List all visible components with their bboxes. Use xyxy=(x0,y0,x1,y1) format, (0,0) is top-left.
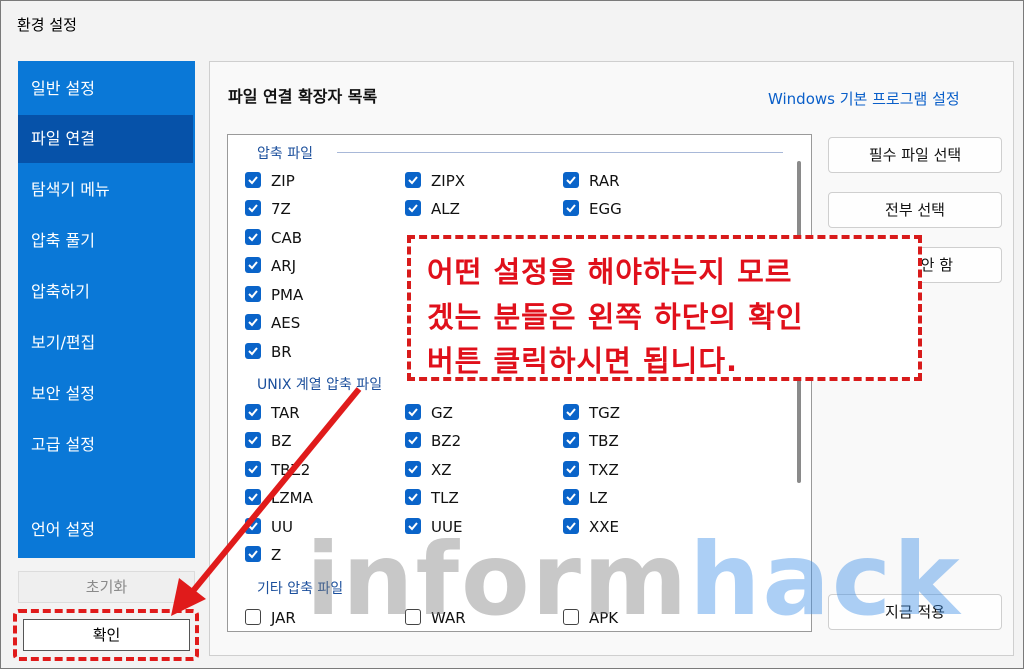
sidebar: 일반 설정 파일 연결 탐색기 메뉴 압축 풀기 압축하기 보기/편집 보안 설… xyxy=(18,61,195,558)
check-icon xyxy=(563,432,579,448)
ok-button-highlight xyxy=(13,609,199,661)
check-icon xyxy=(245,432,261,448)
annotation-line-2: 겠는 분들은 왼쪽 하단의 확인 xyxy=(427,300,804,334)
group-label-archive: 압축 파일 xyxy=(257,146,313,162)
title-bar: 환경 설정 xyxy=(1,1,1023,45)
sidebar-item-compress[interactable]: 압축하기 xyxy=(18,268,195,316)
check-icon xyxy=(245,404,261,420)
settings-window: 환경 설정 일반 설정 파일 연결 탐색기 메뉴 압축 풀기 압축하기 보기/편… xyxy=(0,0,1024,669)
check-icon xyxy=(245,286,261,302)
check-icon xyxy=(245,200,261,216)
check-icon xyxy=(405,461,421,477)
select-required-button[interactable]: 필수 파일 선택 xyxy=(828,137,1002,173)
select-all-button[interactable]: 전부 선택 xyxy=(828,192,1002,228)
sidebar-item-security[interactable]: 보안 설정 xyxy=(18,370,195,418)
check-icon xyxy=(245,546,261,562)
check-icon xyxy=(563,172,579,188)
check-icon xyxy=(563,200,579,216)
check-icon xyxy=(245,489,261,505)
sidebar-item-file-association[interactable]: 파일 연결 xyxy=(18,115,193,163)
sidebar-item-view-edit[interactable]: 보기/편집 xyxy=(18,319,195,367)
sidebar-item-language[interactable]: 언어 설정 xyxy=(18,506,195,554)
check-icon xyxy=(405,200,421,216)
check-icon xyxy=(245,461,261,477)
check-icon xyxy=(405,172,421,188)
check-icon xyxy=(245,172,261,188)
check-icon xyxy=(245,229,261,245)
check-icon xyxy=(405,432,421,448)
check-icon xyxy=(245,518,261,534)
window-title: 환경 설정 xyxy=(17,16,77,34)
sidebar-item-general[interactable]: 일반 설정 xyxy=(18,65,195,113)
annotation-line-1: 어떤 설정을 해야하는지 모르 xyxy=(427,255,793,289)
check-icon xyxy=(245,257,261,273)
check-icon xyxy=(405,489,421,505)
group-label-unix: UNIX 계열 압축 파일 xyxy=(257,377,383,393)
annotation-callout: 어떤 설정을 해야하는지 모르 겠는 분들은 왼쪽 하단의 확인 버튼 클릭하시… xyxy=(407,235,922,381)
page-title: 파일 연결 확장자 목록 xyxy=(228,87,378,106)
reset-button[interactable]: 초기화 xyxy=(18,571,195,603)
annotation-line-3: 버튼 클릭하시면 됩니다. xyxy=(427,344,739,378)
watermark: informhack xyxy=(306,521,962,638)
check-icon xyxy=(245,343,261,359)
windows-default-programs-link[interactable]: Windows 기본 프로그램 설정 xyxy=(768,88,960,109)
check-icon xyxy=(405,404,421,420)
check-icon xyxy=(563,461,579,477)
sidebar-item-extract[interactable]: 압축 풀기 xyxy=(18,217,195,265)
check-icon xyxy=(563,404,579,420)
sidebar-item-explorer-menu[interactable]: 탐색기 메뉴 xyxy=(18,166,195,214)
check-icon xyxy=(245,314,261,330)
sidebar-item-advanced[interactable]: 고급 설정 xyxy=(18,421,195,469)
check-icon xyxy=(563,489,579,505)
group-divider xyxy=(337,152,783,153)
